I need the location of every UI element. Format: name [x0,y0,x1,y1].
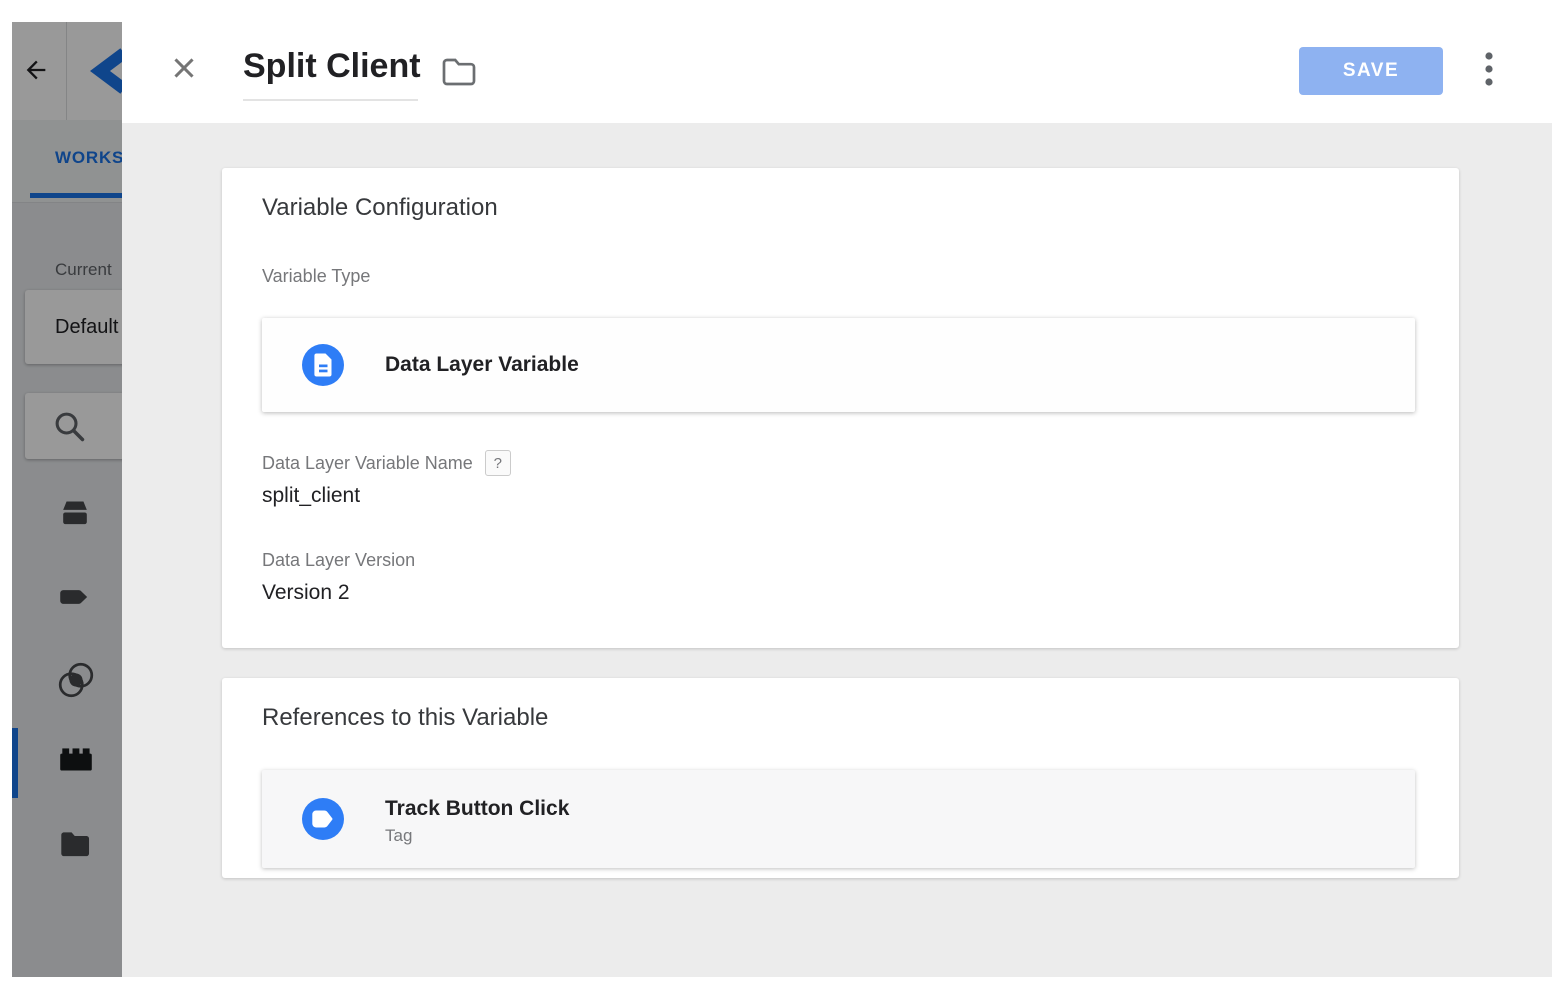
data-layer-variable-name-value: split_client [262,484,360,508]
variable-editor-panel: Split Client SAVE [122,0,1552,977]
close-button[interactable] [168,52,200,84]
variable-configuration-card: Variable Configuration Variable Type Dat… [222,168,1459,648]
close-icon [168,71,200,88]
variable-type-value: Data Layer Variable [385,318,579,412]
reference-type: Tag [385,826,412,846]
data-layer-version-label: Data Layer Version [262,550,415,571]
variable-title-input[interactable]: Split Client [243,47,421,86]
title-input-underline [243,99,418,101]
variable-configuration-heading: Variable Configuration [262,194,498,222]
save-button[interactable]: SAVE [1299,47,1443,95]
references-card: References to this Variable Track Button… [222,678,1459,878]
field-label-text: Data Layer Variable Name [262,453,473,474]
variable-type-label: Variable Type [262,266,370,287]
gtm-variable-editor-screen: WORKSPACE Current Default [0,0,1566,990]
help-button[interactable]: ? [485,450,511,476]
move-to-folder-button[interactable] [440,56,478,88]
editor-header: Split Client SAVE [122,0,1552,123]
more-options-button[interactable] [1474,48,1504,94]
folder-outline-icon [440,75,478,92]
underlying-app: WORKSPACE Current Default [12,22,122,977]
references-heading: References to this Variable [262,704,548,732]
reference-item-track-button-click[interactable]: Track Button Click Tag [262,770,1415,868]
data-layer-variable-name-label: Data Layer Variable Name ? [262,450,511,476]
modal-scrim [12,22,122,977]
data-layer-version-value: Version 2 [262,581,350,605]
kebab-menu-icon [1484,50,1494,93]
data-layer-variable-icon [302,344,344,386]
variable-type-row[interactable]: Data Layer Variable [262,318,1415,412]
reference-title: Track Button Click [385,797,569,821]
tag-reference-icon [302,798,344,840]
